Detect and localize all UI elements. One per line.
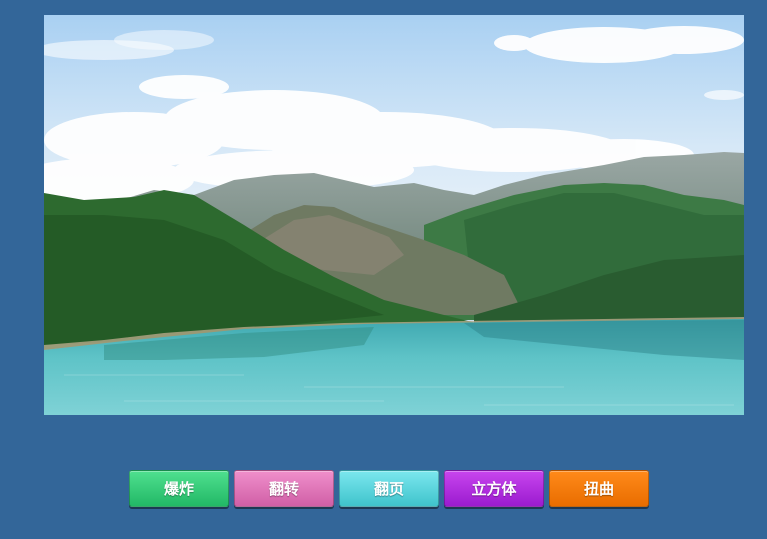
- page-turn-effect-button[interactable]: 翻页: [339, 470, 439, 507]
- explode-effect-button[interactable]: 爆炸: [129, 470, 229, 507]
- twist-effect-button[interactable]: 扭曲: [549, 470, 649, 507]
- flip-effect-button[interactable]: 翻转: [234, 470, 334, 507]
- effect-button-bar: 爆炸 翻转 翻页 立方体 扭曲: [129, 470, 649, 507]
- cube-effect-button[interactable]: 立方体: [444, 470, 544, 507]
- slideshow-image: [44, 15, 744, 415]
- landscape-photo: [44, 15, 744, 415]
